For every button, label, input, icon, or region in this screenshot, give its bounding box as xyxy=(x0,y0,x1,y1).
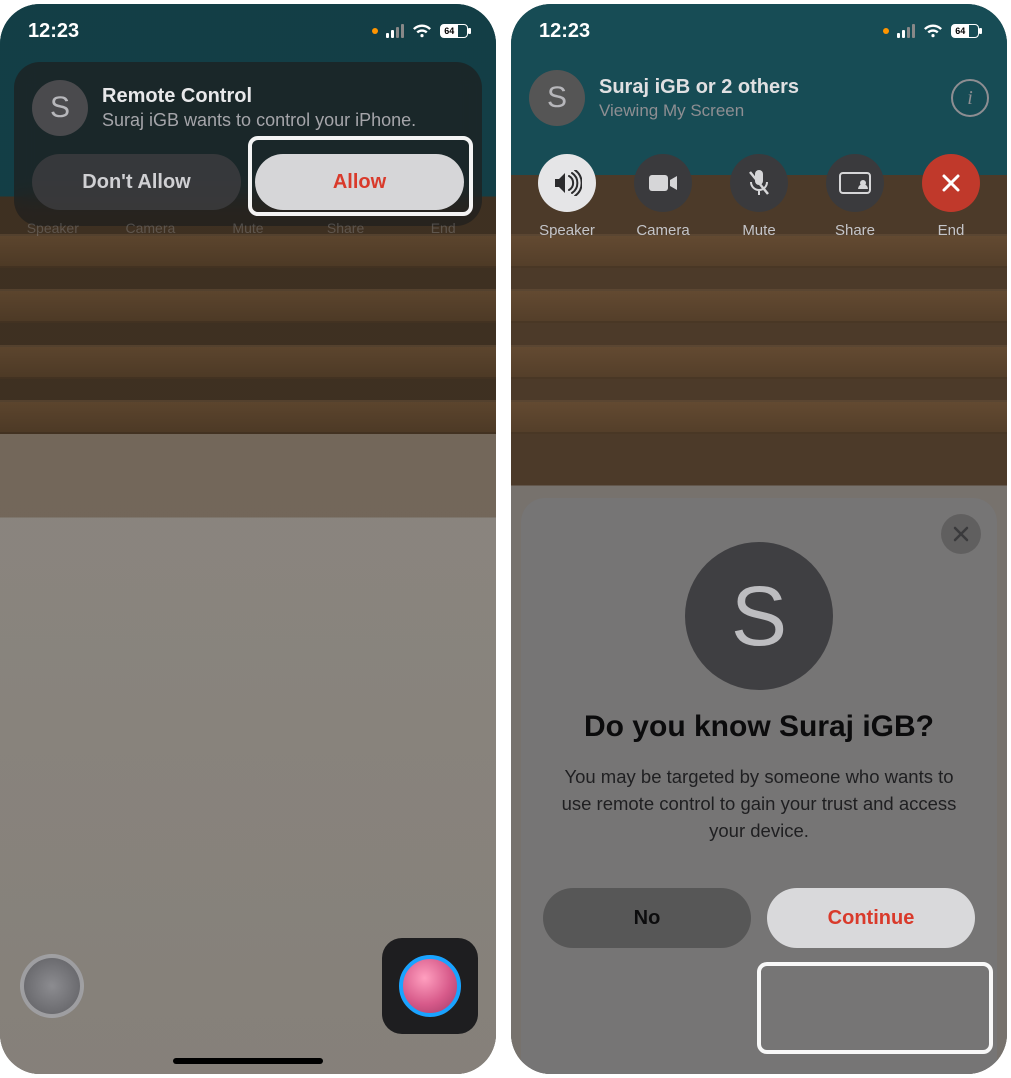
battery-level: 64 xyxy=(952,25,969,37)
bg-wood-crate xyxy=(0,234,496,434)
allow-button[interactable]: Allow xyxy=(255,154,464,210)
share-label: Share xyxy=(835,222,875,239)
sheet-avatar: S xyxy=(685,542,833,690)
memoji-avatar xyxy=(399,955,461,1017)
shutter-button[interactable] xyxy=(20,954,84,1018)
caller-avatar: S xyxy=(32,80,88,136)
speaker-icon xyxy=(538,154,596,212)
end-icon xyxy=(922,154,980,212)
status-time: 12:23 xyxy=(28,20,79,43)
dimmed-control-labels: Speaker Camera Mute Share End xyxy=(0,220,496,236)
call-subtitle: Viewing My Screen xyxy=(599,101,799,121)
no-button[interactable]: No xyxy=(543,888,751,948)
battery-level: 64 xyxy=(441,25,458,37)
ghost-speaker: Speaker xyxy=(4,220,102,236)
phone-left: 12:23 64 S Remote Control Suraj iGB want… xyxy=(0,4,496,1074)
continue-button[interactable]: Continue xyxy=(767,888,975,948)
sheet-heading: Do you know Suraj iGB? xyxy=(543,710,975,744)
ghost-end: End xyxy=(394,220,492,236)
wifi-icon xyxy=(412,24,432,38)
ghost-mute: Mute xyxy=(199,220,297,236)
battery-icon: 64 xyxy=(440,24,468,38)
call-controls: Speaker Camera Mute Share xyxy=(525,154,993,239)
ghost-share: Share xyxy=(297,220,395,236)
phone-right: 12:23 64 S Suraj iGB or 2 others Viewing… xyxy=(511,4,1007,1074)
call-header: S Suraj iGB or 2 others Viewing My Scree… xyxy=(529,70,989,126)
caller-avatar[interactable]: S xyxy=(529,70,585,126)
home-indicator[interactable] xyxy=(173,1058,323,1064)
status-bar: 12:23 64 xyxy=(511,4,1007,58)
share-control[interactable]: Share xyxy=(813,154,897,239)
camera-label: Camera xyxy=(636,222,689,239)
camera-indicator-icon xyxy=(372,28,378,34)
bg-wood-crate xyxy=(511,234,1007,434)
remote-control-notification: S Remote Control Suraj iGB wants to cont… xyxy=(14,62,482,226)
mute-label: Mute xyxy=(742,222,775,239)
call-title: Suraj iGB or 2 others xyxy=(599,76,799,99)
sheet-body: You may be targeted by someone who wants… xyxy=(543,764,975,844)
cellular-icon xyxy=(897,24,915,38)
share-icon xyxy=(826,154,884,212)
camera-control[interactable]: Camera xyxy=(621,154,705,239)
status-bar: 12:23 64 xyxy=(0,4,496,58)
speaker-control[interactable]: Speaker xyxy=(525,154,609,239)
mute-icon xyxy=(730,154,788,212)
end-label: End xyxy=(938,222,965,239)
info-button[interactable]: i xyxy=(951,79,989,117)
notification-subtitle: Suraj iGB wants to control your iPhone. xyxy=(102,110,416,131)
confirmation-sheet: S Do you know Suraj iGB? You may be targ… xyxy=(521,498,997,1074)
ghost-camera: Camera xyxy=(102,220,200,236)
camera-icon xyxy=(634,154,692,212)
mute-control[interactable]: Mute xyxy=(717,154,801,239)
battery-icon: 64 xyxy=(951,24,979,38)
camera-indicator-icon xyxy=(883,28,889,34)
close-button[interactable] xyxy=(941,514,981,554)
notification-title: Remote Control xyxy=(102,85,416,108)
wifi-icon xyxy=(923,24,943,38)
end-control[interactable]: End xyxy=(909,154,993,239)
self-view-pip[interactable] xyxy=(382,938,478,1034)
status-time: 12:23 xyxy=(539,20,590,43)
dont-allow-button[interactable]: Don't Allow xyxy=(32,154,241,210)
cellular-icon xyxy=(386,24,404,38)
speaker-label: Speaker xyxy=(539,222,595,239)
